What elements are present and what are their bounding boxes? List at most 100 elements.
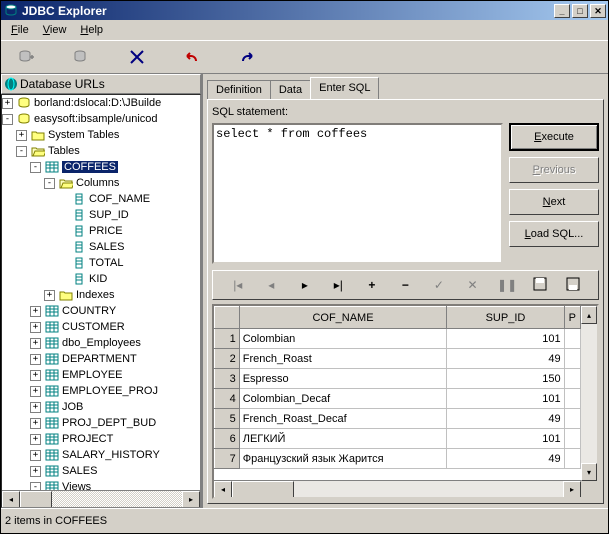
nav-post-icon[interactable]: ✓: [430, 278, 448, 292]
db-refresh-icon[interactable]: [62, 44, 102, 70]
tree-country[interactable]: +COUNTRY: [2, 303, 200, 319]
tree-hscrollbar[interactable]: ◂▸: [2, 490, 200, 507]
table-row[interactable]: 2French_Roast49: [215, 349, 581, 369]
menu-bar: File View Help: [1, 20, 608, 40]
undo-icon[interactable]: [172, 44, 212, 70]
minimize-button[interactable]: _: [554, 4, 570, 18]
tree-employee_proj[interactable]: +EMPLOYEE_PROJ: [2, 383, 200, 399]
tree-col-sales[interactable]: SALES: [2, 239, 200, 255]
expand-toggle[interactable]: -: [44, 178, 55, 189]
tree-columns[interactable]: -Columns: [2, 175, 200, 191]
expand-toggle[interactable]: +: [2, 98, 13, 109]
expand-toggle[interactable]: +: [30, 386, 41, 397]
tree-project[interactable]: +PROJECT: [2, 431, 200, 447]
redo-icon[interactable]: [227, 44, 267, 70]
tree-dbo_employees[interactable]: +dbo_Employees: [2, 335, 200, 351]
table-row[interactable]: 4Colombian_Decaf101: [215, 389, 581, 409]
execute-button[interactable]: Execute: [509, 123, 599, 151]
tree-customer[interactable]: +CUSTOMER: [2, 319, 200, 335]
nav-prev-icon[interactable]: ◂: [262, 278, 280, 292]
expand-toggle[interactable]: +: [30, 450, 41, 461]
expand-toggle[interactable]: +: [16, 130, 27, 141]
tab-data[interactable]: Data: [270, 80, 311, 99]
table-row[interactable]: 1Colombian101: [215, 329, 581, 349]
nav-save-icon[interactable]: [531, 277, 549, 294]
grid-col-P[interactable]: P: [564, 307, 580, 329]
toolbar: [1, 40, 608, 74]
table-row[interactable]: 5French_Roast_Decaf49: [215, 409, 581, 429]
nav-delete-icon[interactable]: −: [396, 278, 414, 292]
expand-toggle[interactable]: +: [30, 402, 41, 413]
table-row[interactable]: 3Espresso150: [215, 369, 581, 389]
expand-toggle[interactable]: -: [16, 146, 27, 157]
nav-cancel-icon[interactable]: ✕: [463, 278, 481, 292]
tree-indexes[interactable]: +Indexes: [2, 287, 200, 303]
nav-insert-icon[interactable]: +: [363, 278, 381, 292]
close-button[interactable]: ✕: [590, 4, 606, 18]
db-open-icon[interactable]: [7, 44, 47, 70]
delete-icon[interactable]: [117, 44, 157, 70]
tree-col-total[interactable]: TOTAL: [2, 255, 200, 271]
tab-strip: Definition Data Enter SQL: [207, 78, 604, 99]
expand-toggle[interactable]: +: [30, 434, 41, 445]
title-bar: JDBC Explorer _ □ ✕: [1, 1, 608, 20]
nav-pause-icon[interactable]: ❚❚: [497, 278, 515, 292]
sql-label: SQL statement:: [212, 104, 599, 123]
expand-toggle[interactable]: +: [30, 322, 41, 333]
tree-col-cof_name[interactable]: COF_NAME: [2, 191, 200, 207]
expand-toggle[interactable]: +: [30, 354, 41, 365]
tree-sales[interactable]: +SALES: [2, 463, 200, 479]
expand-toggle[interactable]: -: [30, 162, 41, 173]
tab-definition[interactable]: Definition: [207, 80, 271, 99]
tree-department[interactable]: +DEPARTMENT: [2, 351, 200, 367]
nav-refresh-icon[interactable]: [564, 277, 582, 294]
tree-db1[interactable]: +borland:dslocal:D:\JBuilde: [2, 95, 200, 111]
nav-last-icon[interactable]: ▸|: [329, 278, 347, 292]
tree-col-kid[interactable]: KID: [2, 271, 200, 287]
previous-button[interactable]: Previous: [509, 157, 599, 183]
record-navigator: |◂ ◂ ▸ ▸| + − ✓ ✕ ❚❚: [212, 270, 599, 300]
left-pane: Database URLs +borland:dslocal:D:\JBuild…: [1, 74, 203, 508]
tree-col-sup_id[interactable]: SUP_ID: [2, 207, 200, 223]
tree-employee[interactable]: +EMPLOYEE: [2, 367, 200, 383]
tree-header: Database URLs: [1, 74, 201, 94]
sql-textarea[interactable]: select * from coffees: [212, 123, 503, 264]
expand-toggle[interactable]: +: [30, 306, 41, 317]
nav-first-icon[interactable]: |◂: [229, 278, 247, 292]
expand-toggle[interactable]: +: [30, 338, 41, 349]
tree-salary_history[interactable]: +SALARY_HISTORY: [2, 447, 200, 463]
tab-enter-sql[interactable]: Enter SQL: [310, 77, 379, 99]
load-sql-button[interactable]: Load SQL...: [509, 221, 599, 247]
table-row[interactable]: 6ЛЕГКИЙ101: [215, 429, 581, 449]
window-title: JDBC Explorer: [22, 4, 107, 18]
results-grid[interactable]: COF_NAMESUP_IDP 1Colombian1012French_Roa…: [212, 304, 599, 499]
expand-toggle[interactable]: +: [44, 290, 55, 301]
expand-toggle[interactable]: +: [30, 370, 41, 381]
tree-tables[interactable]: -Tables: [2, 143, 200, 159]
menu-view[interactable]: View: [37, 22, 73, 38]
grid-hscrollbar[interactable]: ◂▸: [214, 480, 581, 497]
tree-proj_dept_bud[interactable]: +PROJ_DEPT_BUD: [2, 415, 200, 431]
tree-col-price[interactable]: PRICE: [2, 223, 200, 239]
app-icon: [3, 3, 19, 19]
nav-next-icon[interactable]: ▸: [296, 278, 314, 292]
expand-toggle[interactable]: +: [30, 466, 41, 477]
tree-db2[interactable]: -easysoft:ibsample/unicod: [2, 111, 200, 127]
expand-toggle[interactable]: +: [30, 418, 41, 429]
expand-toggle[interactable]: -: [2, 114, 13, 125]
menu-help[interactable]: Help: [74, 22, 109, 38]
table-row[interactable]: 7Французский язык Жарится49: [215, 449, 581, 469]
app-window: JDBC Explorer _ □ ✕ File View Help Datab…: [0, 0, 609, 534]
tree-job[interactable]: +JOB: [2, 399, 200, 415]
grid-vscrollbar[interactable]: ▴▾: [581, 306, 597, 481]
next-button[interactable]: Next: [509, 189, 599, 215]
tree-systables[interactable]: +System Tables: [2, 127, 200, 143]
status-bar: 2 items in COFFEES: [1, 508, 608, 533]
grid-col-SUP_ID[interactable]: SUP_ID: [447, 307, 564, 329]
grid-corner[interactable]: [215, 307, 240, 329]
maximize-button[interactable]: □: [572, 4, 588, 18]
tree-view[interactable]: +borland:dslocal:D:\JBuilde-easysoft:ibs…: [2, 95, 200, 491]
tree-coffees[interactable]: -COFFEES: [2, 159, 200, 175]
grid-col-COF_NAME[interactable]: COF_NAME: [239, 307, 447, 329]
menu-file[interactable]: File: [5, 22, 35, 38]
